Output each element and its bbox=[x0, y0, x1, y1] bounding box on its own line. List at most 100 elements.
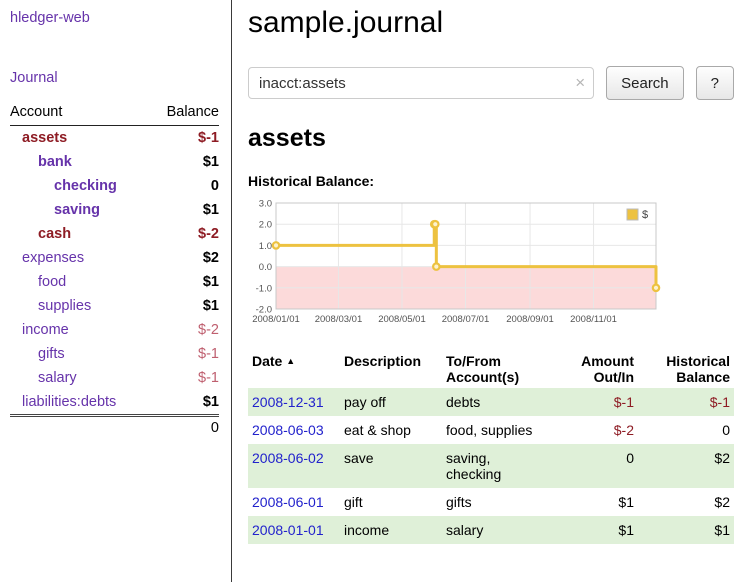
balance-cell: $-1 bbox=[638, 388, 734, 416]
amount-cell: 0 bbox=[554, 444, 638, 488]
app: hledger-web Journal Account Balance asse… bbox=[0, 0, 742, 582]
accounts-cell: salary bbox=[442, 516, 554, 544]
register-row: 2008-06-03eat & shopfood, supplies$-20 bbox=[248, 416, 734, 444]
date-link[interactable]: 2008-06-01 bbox=[252, 494, 324, 510]
date-header-label: Date bbox=[252, 353, 282, 369]
account-heading: assets bbox=[248, 124, 734, 153]
account-link[interactable]: gifts bbox=[10, 342, 150, 366]
accounts-total-row: 0 bbox=[10, 416, 219, 441]
accounts-header-row: Account Balance bbox=[10, 104, 219, 126]
account-balance: $-1 bbox=[150, 126, 219, 151]
account-link[interactable]: salary bbox=[10, 366, 150, 390]
account-link[interactable]: checking bbox=[10, 174, 150, 198]
account-link[interactable]: expenses bbox=[10, 246, 150, 270]
search-input[interactable] bbox=[248, 67, 594, 99]
svg-text:0.0: 0.0 bbox=[259, 262, 272, 273]
historical-balance-chart: 3.02.01.00.0-1.0-2.02008/01/012008/03/01… bbox=[248, 197, 734, 338]
description-cell: eat & shop bbox=[340, 416, 442, 444]
balance-cell: $2 bbox=[638, 488, 734, 516]
svg-text:2008/01/01: 2008/01/01 bbox=[252, 314, 300, 325]
account-balance: $-2 bbox=[150, 318, 219, 342]
amount-cell: $-2 bbox=[554, 416, 638, 444]
register-header-accounts: To/From Account(s) bbox=[442, 350, 554, 388]
svg-text:$: $ bbox=[642, 209, 648, 221]
account-link[interactable]: food bbox=[10, 270, 150, 294]
date-link[interactable]: 2008-06-03 bbox=[252, 422, 324, 438]
account-link[interactable]: income bbox=[10, 318, 150, 342]
amount-cell: $-1 bbox=[554, 388, 638, 416]
amount-cell: $1 bbox=[554, 516, 638, 544]
accounts-cell: saving, checking bbox=[442, 444, 554, 488]
account-balance: $1 bbox=[150, 198, 219, 222]
register-row: 2008-01-01incomesalary$1$1 bbox=[248, 516, 734, 544]
help-button[interactable]: ? bbox=[696, 66, 734, 100]
chart-svg: 3.02.01.00.0-1.0-2.02008/01/012008/03/01… bbox=[248, 197, 664, 333]
account-link[interactable]: liabilities:debts bbox=[10, 390, 150, 416]
date-link[interactable]: 2008-12-31 bbox=[252, 394, 324, 410]
account-row: saving$1 bbox=[10, 198, 219, 222]
register-row: 2008-06-01giftgifts$1$2 bbox=[248, 488, 734, 516]
accounts-header-balance: Balance bbox=[150, 104, 219, 126]
account-balance: $1 bbox=[150, 390, 219, 416]
register-header-description: Description bbox=[340, 350, 442, 388]
account-link[interactable]: saving bbox=[10, 198, 150, 222]
account-balance: $1 bbox=[150, 294, 219, 318]
account-row: liabilities:debts$1 bbox=[10, 390, 219, 416]
account-row: cash$-2 bbox=[10, 222, 219, 246]
main-content: sample.journal × Search ? assets Histori… bbox=[232, 0, 742, 582]
search-bar: × Search ? bbox=[248, 66, 734, 100]
register-date-cell: 2008-06-01 bbox=[248, 488, 340, 516]
account-balance: $-1 bbox=[150, 366, 219, 390]
svg-text:2008/09/01: 2008/09/01 bbox=[506, 314, 554, 325]
register-header-balance: Historical Balance bbox=[638, 350, 734, 388]
date-link[interactable]: 2008-01-01 bbox=[252, 522, 324, 538]
svg-text:2008/03/01: 2008/03/01 bbox=[315, 314, 363, 325]
search-button[interactable]: Search bbox=[606, 66, 684, 100]
register-header-row: Date ▲ Description To/From Account(s) Am… bbox=[248, 350, 734, 388]
register-table: Date ▲ Description To/From Account(s) Am… bbox=[248, 350, 734, 544]
accounts-total-value: 0 bbox=[150, 416, 219, 441]
page-title: sample.journal bbox=[248, 6, 734, 40]
accounts-table: Account Balance assets$-1bank$1checking0… bbox=[10, 104, 219, 440]
account-link[interactable]: cash bbox=[10, 222, 150, 246]
account-balance: $2 bbox=[150, 246, 219, 270]
svg-text:1.0: 1.0 bbox=[259, 241, 272, 252]
account-balance: $-1 bbox=[150, 342, 219, 366]
account-balance: $1 bbox=[150, 150, 219, 174]
register-row: 2008-12-31pay offdebts$-1$-1 bbox=[248, 388, 734, 416]
sort-ascending-icon: ▲ bbox=[286, 356, 295, 366]
description-cell: gift bbox=[340, 488, 442, 516]
register-header-amount: Amount Out/In bbox=[554, 350, 638, 388]
account-row: income$-2 bbox=[10, 318, 219, 342]
balance-cell: 0 bbox=[638, 416, 734, 444]
account-row: food$1 bbox=[10, 270, 219, 294]
account-link[interactable]: bank bbox=[10, 150, 150, 174]
account-link[interactable]: supplies bbox=[10, 294, 150, 318]
account-row: bank$1 bbox=[10, 150, 219, 174]
account-row: checking0 bbox=[10, 174, 219, 198]
svg-text:-1.0: -1.0 bbox=[256, 283, 272, 294]
account-row: supplies$1 bbox=[10, 294, 219, 318]
clear-search-icon[interactable]: × bbox=[575, 73, 585, 93]
register-date-cell: 2008-12-31 bbox=[248, 388, 340, 416]
register-header-date[interactable]: Date ▲ bbox=[248, 350, 340, 388]
accounts-cell: debts bbox=[442, 388, 554, 416]
register-date-cell: 2008-01-01 bbox=[248, 516, 340, 544]
chart-title: Historical Balance: bbox=[248, 173, 734, 189]
account-balance: $1 bbox=[150, 270, 219, 294]
account-row: assets$-1 bbox=[10, 126, 219, 151]
balance-cell: $1 bbox=[638, 516, 734, 544]
svg-text:3.0: 3.0 bbox=[259, 199, 272, 210]
register-date-cell: 2008-06-03 bbox=[248, 416, 340, 444]
account-row: expenses$2 bbox=[10, 246, 219, 270]
description-cell: income bbox=[340, 516, 442, 544]
account-row: gifts$-1 bbox=[10, 342, 219, 366]
sidebar-item-journal[interactable]: Journal bbox=[10, 70, 219, 86]
svg-text:2008/07/01: 2008/07/01 bbox=[442, 314, 490, 325]
app-title-link[interactable]: hledger-web bbox=[10, 10, 219, 26]
amount-cell: $1 bbox=[554, 488, 638, 516]
account-link[interactable]: assets bbox=[10, 126, 150, 151]
svg-text:2008/11/01: 2008/11/01 bbox=[570, 314, 617, 325]
date-link[interactable]: 2008-06-02 bbox=[252, 450, 324, 466]
description-cell: pay off bbox=[340, 388, 442, 416]
